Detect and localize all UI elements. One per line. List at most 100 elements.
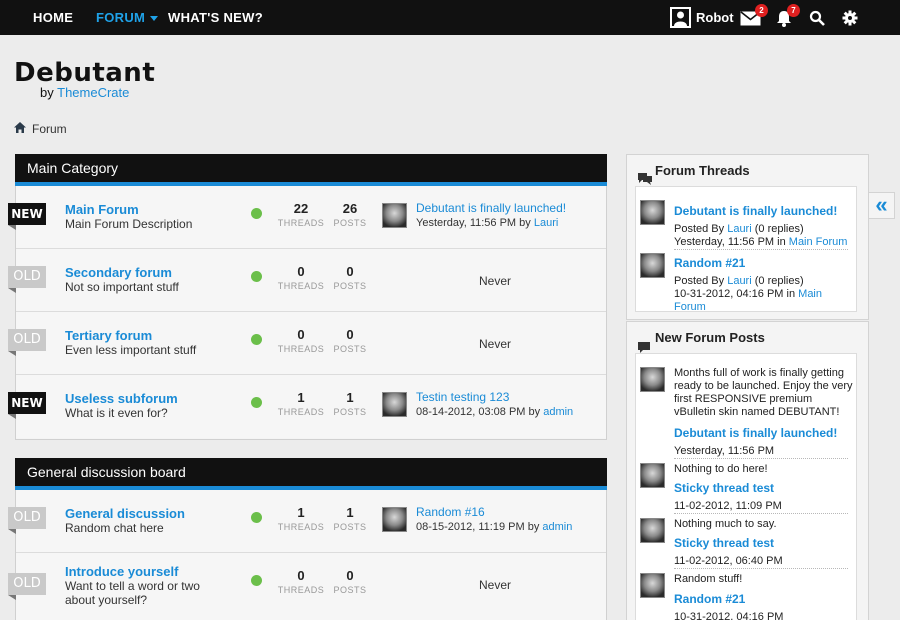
home-icon[interactable] xyxy=(14,122,26,136)
forum-title[interactable]: General discussion xyxy=(65,506,185,521)
post-title[interactable]: Sticky thread test xyxy=(674,481,774,495)
forum-description: Not so important stuff xyxy=(65,280,179,294)
forum-description: Main Forum Description xyxy=(65,217,193,231)
last-post-user[interactable]: Lauri xyxy=(534,217,558,229)
avatar[interactable] xyxy=(640,367,665,392)
status-check-icon xyxy=(251,512,262,523)
avatar[interactable] xyxy=(640,253,665,278)
site-logo[interactable]: Debutant xyxy=(14,58,155,88)
gear-icon[interactable] xyxy=(842,10,858,29)
posts-count: 26 xyxy=(342,201,358,216)
forum-row: OLD Secondary forum Not so important stu… xyxy=(8,249,606,312)
last-post-user[interactable]: admin xyxy=(542,521,572,533)
avatar[interactable] xyxy=(640,200,665,225)
threads-label: THREADS xyxy=(277,585,325,595)
post-title[interactable]: Random #21 xyxy=(674,592,745,606)
breadcrumb[interactable]: Forum xyxy=(32,122,67,136)
last-post-meta: 08-15-2012, 11:19 PM by admin xyxy=(416,521,572,533)
threads-count: 22 xyxy=(293,201,309,216)
posts-stat: 26 POSTS xyxy=(325,201,375,228)
posts-label: POSTS xyxy=(333,281,367,291)
last-post-meta: Yesterday, 11:56 PM by Lauri xyxy=(416,217,558,229)
thread-replies: (0 replies) xyxy=(754,223,804,235)
search-icon[interactable] xyxy=(809,10,825,29)
post-excerpt: Nothing to do here! xyxy=(674,463,768,475)
threads-stat: 1 THREADS xyxy=(276,505,326,532)
forum-title[interactable]: Useless subforum xyxy=(65,391,178,406)
posts-stat: 1 POSTS xyxy=(325,505,375,532)
forum-list: NEW Main Forum Main Forum Description 22… xyxy=(8,186,607,440)
last-post-title[interactable]: Random #16 xyxy=(416,505,485,519)
threads-label: THREADS xyxy=(277,281,325,291)
forum-description-line2: about yourself? xyxy=(65,593,148,607)
post-excerpt: Nothing much to say. xyxy=(674,518,777,530)
last-post-date: Yesterday, 11:56 PM xyxy=(416,217,517,229)
old-posts-tag: OLD xyxy=(8,266,46,293)
posted-by-label: Posted By xyxy=(674,275,725,287)
posts-count: 1 xyxy=(346,505,354,520)
category-header[interactable]: Main Category xyxy=(15,154,607,186)
forum-row: OLD General discussion Random chat here … xyxy=(8,490,606,553)
thread-forum[interactable]: Main Forum xyxy=(789,236,848,248)
posts-count: 0 xyxy=(346,264,354,279)
last-post-user[interactable]: admin xyxy=(543,406,573,418)
thread-user[interactable]: Lauri xyxy=(727,275,751,287)
username-link[interactable]: Robot xyxy=(696,0,734,35)
widget-title: Forum Threads xyxy=(655,163,750,178)
threads-count: 1 xyxy=(297,505,305,520)
nav-whats-new[interactable]: WHAT'S NEW? xyxy=(168,0,263,35)
status-check-icon xyxy=(251,271,262,282)
forum-row: OLD Tertiary forum Even less important s… xyxy=(8,312,606,375)
nav-home[interactable]: HOME xyxy=(33,0,73,35)
post-title[interactable]: Debutant is finally launched! xyxy=(674,426,837,440)
sidebar-collapse-button[interactable]: « xyxy=(868,192,895,219)
avatar[interactable] xyxy=(382,392,407,417)
threads-count: 0 xyxy=(297,568,305,583)
posts-count: 0 xyxy=(346,568,354,583)
thread-date-line: 10-31-2012, 04:16 PM in Main Forum xyxy=(674,288,856,314)
posted-by-label: Posted By xyxy=(674,223,725,235)
last-post-date: 08-15-2012, 11:19 PM xyxy=(416,521,525,533)
threads-label: THREADS xyxy=(277,218,325,228)
forum-title[interactable]: Tertiary forum xyxy=(65,328,152,343)
new-posts-tag: NEW xyxy=(8,392,46,419)
avatar[interactable] xyxy=(640,573,665,598)
avatar[interactable] xyxy=(382,203,407,228)
thread-title[interactable]: Debutant is finally launched! xyxy=(674,204,837,218)
posts-count: 1 xyxy=(346,390,354,405)
avatar[interactable] xyxy=(382,507,407,532)
forum-title[interactable]: Secondary forum xyxy=(65,265,172,280)
old-posts-tag: OLD xyxy=(8,329,46,356)
posts-list: Months full of work is finally getting r… xyxy=(635,353,857,620)
status-check-icon xyxy=(251,397,262,408)
forum-title[interactable]: Main Forum xyxy=(65,202,139,217)
forum-row: NEW Useless subforum What is it even for… xyxy=(8,375,606,438)
logo-brand[interactable]: ThemeCrate xyxy=(57,85,129,100)
post-date: Yesterday, 11:56 PM xyxy=(674,445,775,457)
thread-title[interactable]: Random #21 xyxy=(674,256,745,270)
avatar[interactable] xyxy=(640,463,665,488)
forum-threads-widget: Forum Threads Debutant is finally launch… xyxy=(626,154,869,320)
avatar[interactable] xyxy=(640,518,665,543)
threads-stat: 22 THREADS xyxy=(276,201,326,228)
thread-date-line: Yesterday, 11:56 PM in Main Forum xyxy=(674,236,847,249)
threads-stat: 1 THREADS xyxy=(276,390,326,417)
widget-title: New Forum Posts xyxy=(655,330,765,345)
category-header[interactable]: General discussion board xyxy=(15,458,607,490)
post-date: 11-02-2012, 11:09 PM xyxy=(674,500,782,512)
posts-label: POSTS xyxy=(333,407,367,417)
forum-description: What is it even for? xyxy=(65,406,168,420)
logo-byline: by ThemeCrate xyxy=(40,85,129,100)
threads-label: THREADS xyxy=(277,344,325,354)
threads-count: 0 xyxy=(297,264,305,279)
nav-forum[interactable]: FORUM xyxy=(96,0,159,35)
thread-user[interactable]: Lauri xyxy=(727,223,751,235)
user-avatar-icon[interactable] xyxy=(670,7,691,28)
post-title[interactable]: Sticky thread test xyxy=(674,536,774,550)
last-post-title[interactable]: Testin testing 123 xyxy=(416,390,509,404)
new-posts-tag: NEW xyxy=(8,203,46,230)
chevron-down-icon xyxy=(150,16,159,22)
last-post-date: 08-14-2012, 03:08 PM xyxy=(416,406,526,418)
forum-title[interactable]: Introduce yourself xyxy=(65,564,178,579)
last-post-title[interactable]: Debutant is finally launched! xyxy=(416,201,566,215)
